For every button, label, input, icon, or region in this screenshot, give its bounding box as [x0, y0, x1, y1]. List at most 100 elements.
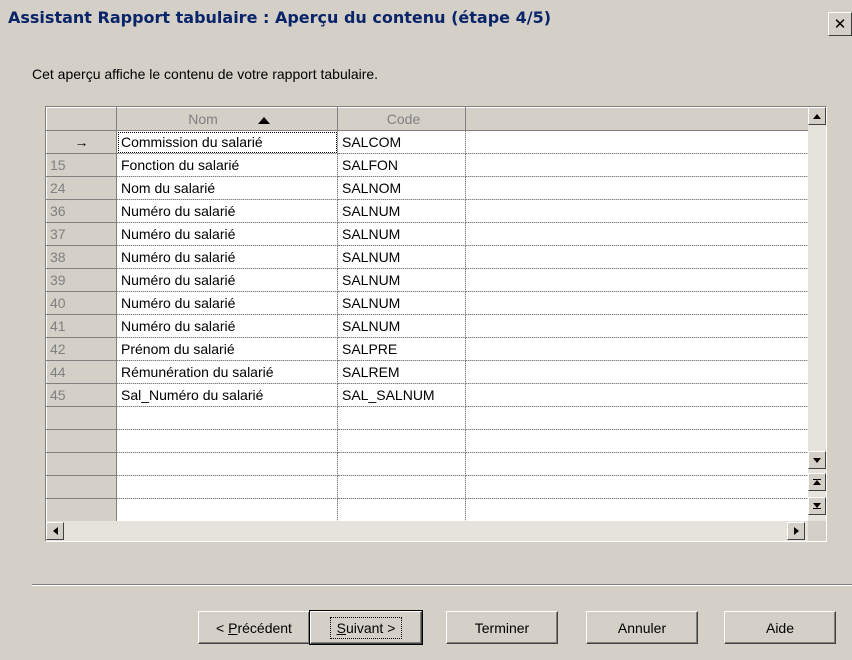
- row-header[interactable]: [46, 475, 117, 499]
- scroll-left-button[interactable]: [46, 522, 64, 540]
- scroll-up-button[interactable]: [808, 107, 826, 125]
- cell-nom[interactable]: Sal_Numéro du salarié: [116, 383, 338, 407]
- scroll-right-button[interactable]: [787, 522, 805, 540]
- cell-nom[interactable]: Numéro du salarié: [116, 291, 338, 315]
- row-header[interactable]: [46, 498, 117, 522]
- row-header[interactable]: 45: [46, 383, 117, 407]
- cell-code[interactable]: SALNUM: [337, 199, 466, 223]
- cell-nom[interactable]: Numéro du salarié: [116, 268, 338, 292]
- cell-empty[interactable]: [465, 383, 809, 407]
- row-header[interactable]: [46, 452, 117, 476]
- cell-code[interactable]: SALPRE: [337, 337, 466, 361]
- row-header[interactable]: 37: [46, 222, 117, 246]
- cell-code[interactable]: SALFON: [337, 153, 466, 177]
- table-row[interactable]: 24 Nom du salarié SALNOM: [46, 176, 809, 200]
- cell-code[interactable]: [337, 406, 466, 430]
- table-row[interactable]: [46, 429, 809, 453]
- cell-nom[interactable]: Numéro du salarié: [116, 222, 338, 246]
- row-header[interactable]: 40: [46, 291, 117, 315]
- table-row[interactable]: 37 Numéro du salarié SALNUM: [46, 222, 809, 246]
- cell-nom[interactable]: Nom du salarié: [116, 176, 338, 200]
- cell-code[interactable]: SALCOM: [337, 130, 466, 154]
- cell-empty[interactable]: [465, 498, 809, 522]
- table-row[interactable]: 36 Numéro du salarié SALNUM: [46, 199, 809, 223]
- table-row[interactable]: [46, 452, 809, 476]
- cell-code[interactable]: SAL_SALNUM: [337, 383, 466, 407]
- corner-header[interactable]: [46, 107, 117, 131]
- previous-button[interactable]: < Précédent: [198, 611, 310, 644]
- cell-empty[interactable]: [465, 406, 809, 430]
- scroll-top-button[interactable]: [808, 473, 826, 491]
- cell-nom[interactable]: [116, 498, 338, 522]
- cell-nom[interactable]: Numéro du salarié: [116, 314, 338, 338]
- help-button[interactable]: Aide: [724, 611, 836, 644]
- cell-empty[interactable]: [465, 429, 809, 453]
- cell-code[interactable]: [337, 498, 466, 522]
- row-header[interactable]: 15: [46, 153, 117, 177]
- cell-empty[interactable]: [465, 222, 809, 246]
- row-header[interactable]: 42: [46, 337, 117, 361]
- cell-nom[interactable]: [116, 475, 338, 499]
- cell-empty[interactable]: [465, 199, 809, 223]
- cell-code[interactable]: SALNUM: [337, 314, 466, 338]
- cell-nom[interactable]: Commission du salarié: [116, 130, 338, 154]
- cancel-button[interactable]: Annuler: [586, 611, 698, 644]
- preview-grid[interactable]: Nom Code → Commission du salarié SALCOM 15 F…: [45, 106, 827, 542]
- column-header-empty[interactable]: [465, 107, 809, 131]
- table-row[interactable]: 42 Prénom du salarié SALPRE: [46, 337, 809, 361]
- cell-empty[interactable]: [465, 130, 809, 154]
- cell-nom[interactable]: [116, 406, 338, 430]
- cell-nom[interactable]: [116, 429, 338, 453]
- row-header[interactable]: 38: [46, 245, 117, 269]
- cell-code[interactable]: SALNUM: [337, 291, 466, 315]
- table-row[interactable]: 40 Numéro du salarié SALNUM: [46, 291, 809, 315]
- scroll-bottom-button[interactable]: [808, 497, 826, 515]
- table-row[interactable]: 15 Fonction du salarié SALFON: [46, 153, 809, 177]
- cell-code[interactable]: SALNUM: [337, 245, 466, 269]
- table-row[interactable]: 45 Sal_Numéro du salarié SAL_SALNUM: [46, 383, 809, 407]
- row-header[interactable]: [46, 406, 117, 430]
- cell-code[interactable]: [337, 429, 466, 453]
- cell-empty[interactable]: [465, 337, 809, 361]
- cell-code[interactable]: SALNUM: [337, 268, 466, 292]
- cell-empty[interactable]: [465, 153, 809, 177]
- cell-nom[interactable]: Numéro du salarié: [116, 245, 338, 269]
- cell-empty[interactable]: [465, 314, 809, 338]
- row-header[interactable]: [46, 429, 117, 453]
- table-row[interactable]: [46, 406, 809, 430]
- cell-empty[interactable]: [465, 176, 809, 200]
- table-row[interactable]: [46, 475, 809, 499]
- cell-empty[interactable]: [465, 452, 809, 476]
- cell-code[interactable]: [337, 475, 466, 499]
- table-row[interactable]: [46, 498, 809, 522]
- row-header[interactable]: 36: [46, 199, 117, 223]
- cell-nom[interactable]: Numéro du salarié: [116, 199, 338, 223]
- table-row[interactable]: 44 Rémunération du salarié SALREM: [46, 360, 809, 384]
- row-header[interactable]: 44: [46, 360, 117, 384]
- cell-code[interactable]: SALREM: [337, 360, 466, 384]
- cell-empty[interactable]: [465, 475, 809, 499]
- column-header-code[interactable]: Code: [337, 107, 466, 131]
- horizontal-scrollbar[interactable]: [46, 521, 808, 541]
- cell-nom[interactable]: Fonction du salarié: [116, 153, 338, 177]
- cell-nom[interactable]: Prénom du salarié: [116, 337, 338, 361]
- cell-nom[interactable]: [116, 452, 338, 476]
- cell-empty[interactable]: [465, 245, 809, 269]
- table-row[interactable]: 39 Numéro du salarié SALNUM: [46, 268, 809, 292]
- cell-code[interactable]: [337, 452, 466, 476]
- row-header[interactable]: 24: [46, 176, 117, 200]
- table-row[interactable]: 38 Numéro du salarié SALNUM: [46, 245, 809, 269]
- next-button[interactable]: Suivant >: [309, 610, 423, 645]
- cell-code[interactable]: SALNUM: [337, 222, 466, 246]
- table-row[interactable]: → Commission du salarié SALCOM: [46, 130, 809, 154]
- current-row-arrow-icon[interactable]: →: [46, 130, 117, 154]
- vertical-scrollbar[interactable]: [808, 107, 826, 521]
- cell-nom[interactable]: Rémunération du salarié: [116, 360, 338, 384]
- cell-empty[interactable]: [465, 291, 809, 315]
- scroll-down-button[interactable]: [808, 451, 826, 469]
- cell-code[interactable]: SALNOM: [337, 176, 466, 200]
- table-row[interactable]: 41 Numéro du salarié SALNUM: [46, 314, 809, 338]
- row-header[interactable]: 41: [46, 314, 117, 338]
- cell-empty[interactable]: [465, 268, 809, 292]
- cell-empty[interactable]: [465, 360, 809, 384]
